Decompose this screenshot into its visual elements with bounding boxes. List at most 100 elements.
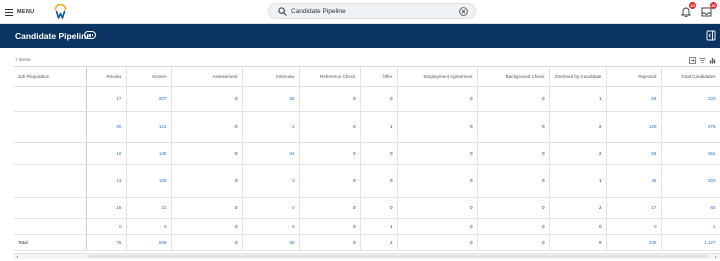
count-cell: 0: [477, 142, 550, 165]
table-row: 10 148 0 34 0 0 0 0 2 58 252: [14, 142, 720, 165]
count-cell: 0: [299, 86, 361, 112]
count-cell: 8: [549, 234, 607, 251]
count-cell[interactable]: 345: [606, 234, 662, 251]
count-cell[interactable]: 252: [661, 142, 720, 165]
page-title: Candidate Pipeline: [15, 31, 92, 41]
count-cell[interactable]: 83: [606, 86, 662, 112]
count-cell[interactable]: 15: [86, 197, 127, 219]
clear-search-icon[interactable]: [459, 7, 468, 16]
count-cell: 2: [549, 197, 607, 219]
column-header-assessment[interactable]: Assessment: [171, 67, 243, 87]
workday-logo[interactable]: [54, 4, 67, 20]
count-cell[interactable]: 75: [86, 234, 127, 251]
related-actions-button[interactable]: [84, 31, 96, 39]
count-cell[interactable]: 203: [661, 164, 720, 198]
horizontal-scrollbar[interactable]: ◂ ▸: [14, 253, 720, 259]
count-cell: 0: [360, 142, 398, 165]
count-cell[interactable]: 0: [126, 218, 172, 235]
count-cell[interactable]: 17: [606, 197, 662, 219]
inbox-badge: 30: [710, 2, 717, 9]
hamburger-icon: [5, 8, 13, 16]
count-cell: 1: [360, 111, 398, 143]
count-cell: 1: [360, 218, 398, 235]
job-requisition-cell[interactable]: [14, 218, 87, 235]
count-cell[interactable]: 3: [242, 164, 300, 198]
search-bar[interactable]: [268, 3, 476, 19]
column-header-declined-by-candidate[interactable]: Declined by Candidate: [549, 67, 607, 87]
count-cell[interactable]: 333: [661, 86, 720, 112]
count-cell: 2: [549, 142, 607, 165]
count-cell[interactable]: 4: [242, 111, 300, 143]
notifications-button[interactable]: 10: [680, 2, 696, 18]
count-cell[interactable]: 646: [126, 234, 172, 251]
column-header-employment-agreement[interactable]: Employment Agreement: [397, 67, 478, 87]
filter-icon[interactable]: [699, 57, 706, 64]
count-cell[interactable]: 129: [606, 111, 662, 143]
total-row: Total 75 646 0 66 0 2 0 0 8 345 1,127: [14, 234, 720, 251]
count-cell[interactable]: 10: [86, 142, 127, 165]
count-cell: 0: [171, 234, 243, 251]
column-header-review[interactable]: Review: [86, 67, 127, 87]
count-cell: 0: [477, 197, 550, 219]
chart-icon[interactable]: [709, 57, 716, 64]
count-cell[interactable]: 0: [242, 197, 300, 219]
count-cell[interactable]: 278: [661, 111, 720, 143]
count-cell[interactable]: 25: [242, 86, 300, 112]
count-cell[interactable]: 20: [86, 111, 127, 143]
notifications-badge: 10: [689, 2, 696, 9]
column-header-offer[interactable]: Offer: [360, 67, 398, 87]
count-cell: 0: [360, 197, 398, 219]
menu-label: MENU: [17, 9, 35, 15]
count-cell: 2: [360, 234, 398, 251]
count-cell[interactable]: 0: [606, 218, 662, 235]
count-cell[interactable]: 1,127: [661, 234, 720, 251]
table-header-row: Job Requisition Review Screen Assessment…: [14, 67, 720, 87]
column-header-job-requisition[interactable]: Job Requisition: [14, 67, 87, 87]
count-cell: 0: [477, 234, 550, 251]
count-cell: 0: [171, 164, 243, 198]
collapse-panel-icon[interactable]: [706, 30, 716, 41]
count-cell[interactable]: 48: [606, 164, 662, 198]
column-header-rejected[interactable]: Rejected: [606, 67, 662, 87]
scroll-left-icon[interactable]: ◂: [16, 254, 18, 259]
total-label: Total: [14, 234, 87, 251]
table-row: 00000100001: [14, 218, 720, 235]
count-cell[interactable]: 138: [126, 164, 172, 198]
search-input[interactable]: [291, 5, 451, 17]
count-cell[interactable]: 122: [126, 111, 172, 143]
column-header-total-candidates[interactable]: Total Candidates: [661, 67, 720, 87]
count-cell[interactable]: 0: [242, 218, 300, 235]
job-requisition-cell[interactable]: [14, 86, 87, 112]
count-cell[interactable]: 13: [86, 164, 127, 198]
job-requisition-cell[interactable]: [14, 111, 87, 143]
count-cell[interactable]: 207: [126, 86, 172, 112]
column-header-reference-check[interactable]: Reference Check: [299, 67, 361, 87]
count-cell: 1: [549, 86, 607, 112]
count-cell[interactable]: 60: [661, 197, 720, 219]
count-cell: 0: [477, 86, 550, 112]
count-cell[interactable]: 0: [86, 218, 127, 235]
column-header-interview[interactable]: Interview: [242, 67, 300, 87]
table-row: 20 122 0 4 0 1 0 0 2 129 278: [14, 111, 720, 143]
count-cell[interactable]: 17: [86, 86, 127, 112]
inbox-button[interactable]: 30: [701, 2, 717, 17]
job-requisition-cell[interactable]: [14, 164, 87, 198]
menu-button[interactable]: MENU: [5, 7, 34, 17]
column-header-background-check[interactable]: Background Check: [477, 67, 550, 87]
job-requisition-cell[interactable]: [14, 197, 87, 219]
export-icon[interactable]: [689, 57, 696, 64]
count-cell[interactable]: 148: [126, 142, 172, 165]
count-cell[interactable]: 66: [242, 234, 300, 251]
scroll-right-icon[interactable]: ▸: [715, 254, 717, 259]
count-cell: 0: [397, 142, 478, 165]
job-requisition-cell[interactable]: [14, 142, 87, 165]
count-cell[interactable]: 31: [126, 197, 172, 219]
count-cell[interactable]: 58: [606, 142, 662, 165]
count-cell[interactable]: 34: [242, 142, 300, 165]
scroll-thumb[interactable]: [88, 255, 708, 258]
table-toolbar: [689, 57, 716, 64]
column-header-screen[interactable]: Screen: [126, 67, 172, 87]
table-row: 17 207 0 25 0 0 0 0 1 83 333: [14, 86, 720, 112]
count-cell[interactable]: 1: [661, 218, 720, 235]
count-cell: 0: [397, 86, 478, 112]
